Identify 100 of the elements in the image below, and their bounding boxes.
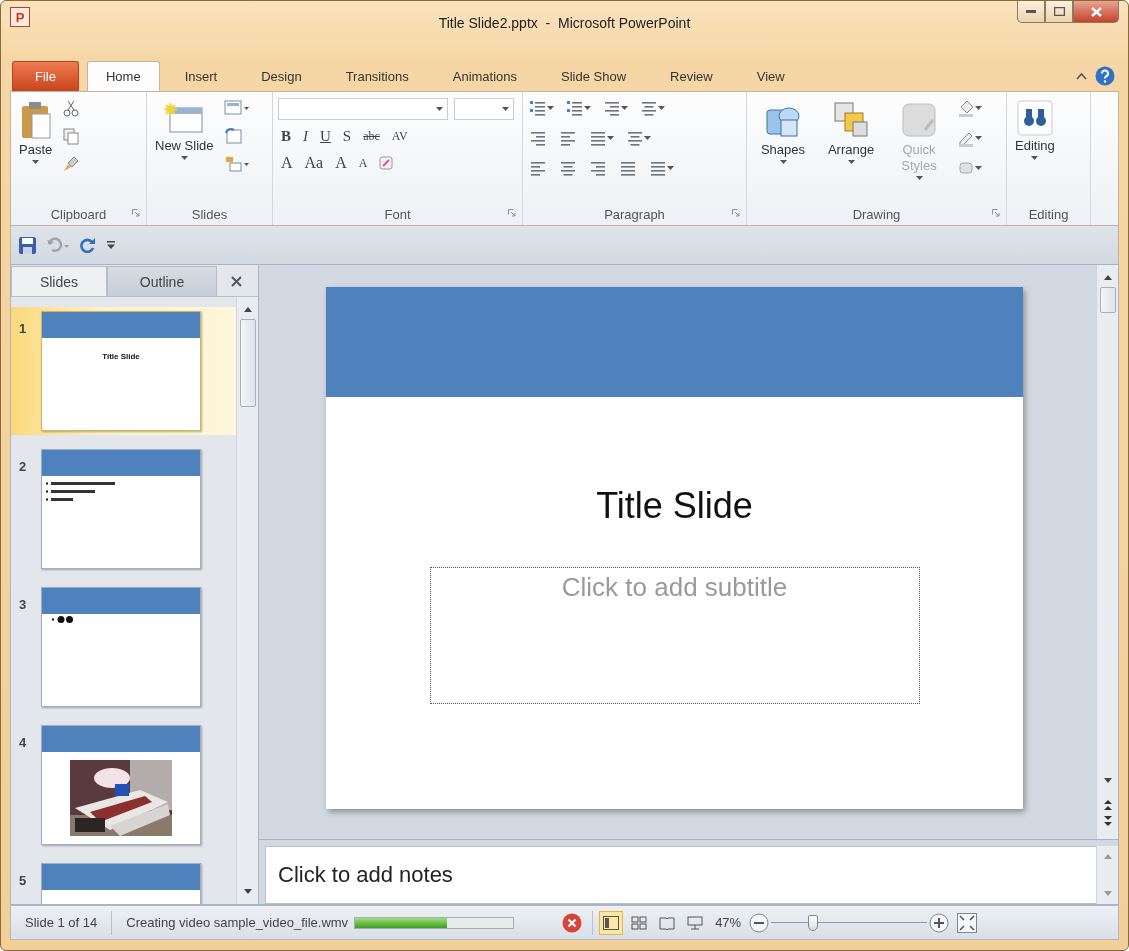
- layout-button[interactable]: [222, 98, 251, 118]
- next-slide-icon[interactable]: [1102, 815, 1113, 827]
- scroll-down-icon[interactable]: [242, 886, 253, 896]
- group-label: Slides: [191, 206, 228, 222]
- strike-button[interactable]: abc: [360, 129, 383, 144]
- group-label: Font: [384, 206, 411, 222]
- bullets-button[interactable]: [528, 98, 555, 118]
- close-button[interactable]: [1073, 1, 1119, 23]
- slide-thumbnail-row[interactable]: 4: [11, 721, 236, 849]
- copy-button[interactable]: [61, 126, 82, 146]
- slides-button[interactable]: New Slide: [152, 98, 217, 203]
- normal-view-icon: [603, 915, 620, 930]
- clipboard-button[interactable]: Paste: [16, 98, 56, 203]
- caret-icon: [847, 160, 855, 164]
- eraser-icon: [377, 154, 396, 172]
- zoom-slider-thumb[interactable]: [808, 914, 819, 931]
- align-text-icon: [626, 129, 644, 147]
- maximize-button[interactable]: [1045, 1, 1073, 23]
- justify-icon: [619, 159, 637, 177]
- caret-icon: [1031, 156, 1039, 160]
- panel-tab[interactable]: Outline: [107, 266, 217, 296]
- customize-icon[interactable]: [106, 240, 116, 250]
- align-right-icon: [589, 159, 607, 177]
- group-label: Editing: [1028, 206, 1069, 222]
- caret-icon: [975, 166, 982, 170]
- slide-thumbnail-row[interactable]: 5: [11, 859, 236, 904]
- zoom-in-icon[interactable]: [929, 912, 950, 933]
- group-label: Paragraph: [604, 206, 665, 222]
- scroll-up-icon[interactable]: [1102, 273, 1113, 283]
- grow-button[interactable]: A: [332, 154, 350, 172]
- caret-icon: [975, 136, 982, 140]
- caret-icon: [658, 106, 665, 110]
- editing-button[interactable]: Editing: [1012, 98, 1058, 203]
- ribbon-tab[interactable]: Slide Show: [542, 61, 646, 91]
- slide-thumbnail-row[interactable]: 1 Title Slide: [11, 307, 236, 435]
- slide-number: 1: [19, 320, 28, 336]
- caret-icon: [915, 176, 923, 180]
- ribbon-tab[interactable]: Animations: [433, 61, 537, 91]
- close-icon: [1090, 6, 1102, 17]
- scroll-up-icon[interactable]: [242, 305, 253, 315]
- spacing-button[interactable]: AV: [388, 129, 411, 144]
- color-button[interactable]: A: [278, 154, 296, 172]
- bold-button[interactable]: B: [278, 128, 294, 145]
- caret-icon: [644, 136, 651, 140]
- dialog-launcher-icon[interactable]: [732, 209, 740, 217]
- font-size-field[interactable]: [454, 98, 514, 120]
- ribbon-tab[interactable]: View: [737, 61, 804, 91]
- brush-icon: [62, 155, 81, 173]
- ribbon-tab[interactable]: Insert: [165, 61, 237, 91]
- minimize-button[interactable]: [1017, 1, 1045, 23]
- app-icon: P: [10, 7, 30, 27]
- dialog-launcher-icon[interactable]: [992, 209, 1000, 217]
- section-icon: [223, 155, 250, 173]
- redo-icon[interactable]: [80, 237, 96, 253]
- shrink-button[interactable]: A: [355, 155, 371, 171]
- scroll-down-icon[interactable]: [1102, 775, 1113, 785]
- zoom-slider[interactable]: [771, 912, 928, 933]
- scroll-thumb[interactable]: [239, 319, 256, 407]
- case-button[interactable]: Aa: [301, 154, 327, 172]
- view-button[interactable]: [599, 910, 624, 935]
- shape-fill-button[interactable]: [956, 98, 983, 118]
- panel-tab[interactable]: Slides: [11, 266, 107, 296]
- ribbon-tab[interactable]: Review: [651, 61, 732, 91]
- slide-thumbnail-row[interactable]: 2: [11, 445, 236, 573]
- quick-styles-icon: [899, 100, 939, 140]
- new-slide-icon: [164, 100, 205, 136]
- drawing-button[interactable]: Arrange: [820, 98, 882, 203]
- shadow-button[interactable]: S: [339, 128, 355, 145]
- ribbon-tab[interactable]: Transitions: [326, 61, 428, 91]
- zoom-out-icon[interactable]: [749, 912, 770, 933]
- previous-slide-icon[interactable]: [1102, 799, 1113, 811]
- window-title: Title Slide2.pptx - Microsoft PowerPoint: [438, 15, 691, 31]
- cut-button[interactable]: [61, 98, 82, 118]
- drawing-button[interactable]: Shapes: [752, 98, 814, 203]
- caret-icon: [607, 136, 614, 140]
- paint-bucket-icon: [957, 99, 975, 117]
- slide-number: 3: [19, 596, 28, 612]
- slide-thumbnail-row[interactable]: 3: [11, 583, 236, 711]
- fit-to-window-icon[interactable]: [957, 912, 978, 933]
- smartart-icon: [649, 159, 667, 177]
- notes-field[interactable]: Click to add notes: [265, 846, 1096, 904]
- font-name-field[interactable]: [278, 98, 448, 120]
- help-icon[interactable]: [1095, 66, 1115, 86]
- group-label: Drawing: [852, 206, 901, 222]
- ribbon-tab[interactable]: Design: [242, 61, 321, 91]
- save-icon[interactable]: [19, 236, 36, 254]
- ribbon-tab[interactable]: Home: [86, 61, 160, 91]
- scroll-thumb[interactable]: [1099, 287, 1116, 313]
- caret-icon: [779, 160, 787, 164]
- caret-icon: [180, 156, 188, 160]
- file-tab[interactable]: File: [12, 61, 79, 91]
- numbering-button[interactable]: [565, 98, 592, 118]
- dialog-launcher-icon[interactable]: [132, 209, 140, 217]
- dialog-launcher-icon[interactable]: [508, 209, 516, 217]
- cancel-icon[interactable]: [562, 912, 583, 933]
- italic-button[interactable]: I: [300, 128, 311, 145]
- underline-button[interactable]: U: [317, 128, 334, 145]
- collapse-ribbon-icon[interactable]: [1076, 72, 1087, 80]
- scissors-icon: [62, 99, 81, 117]
- minimize-icon: [1026, 9, 1036, 14]
